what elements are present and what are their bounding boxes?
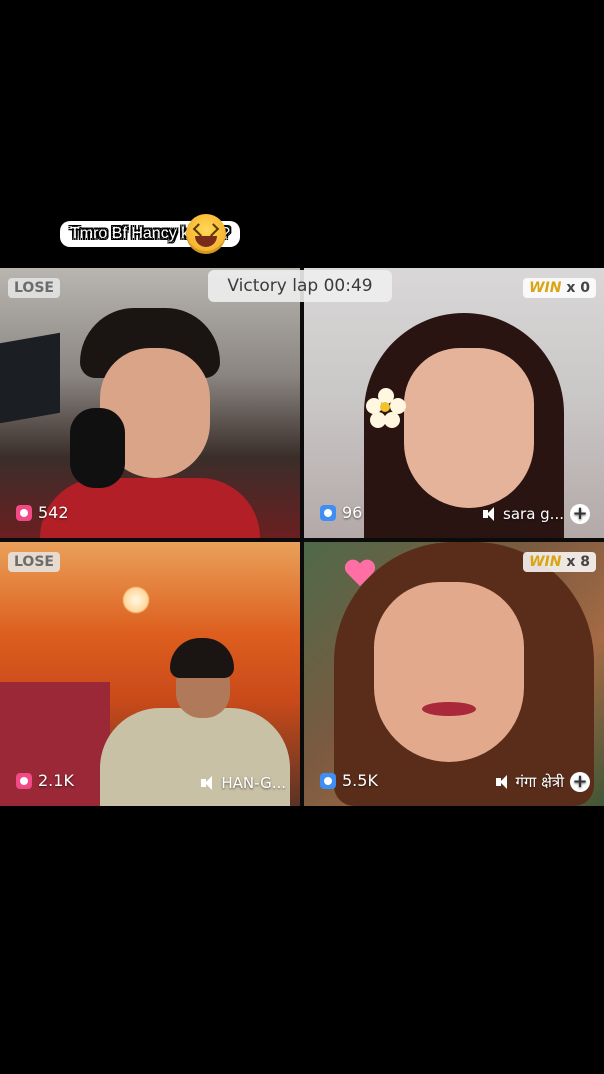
headphones-icon <box>70 408 125 488</box>
gift-score: 96 <box>320 503 362 522</box>
participant-tile-4[interactable]: WIN x 8 5.5K गंगा क्षेत्री + <box>304 542 604 806</box>
gift-score: 542 <box>16 503 69 522</box>
speaker-icon <box>495 775 510 789</box>
follow-plus-icon[interactable]: + <box>570 504 590 524</box>
gift-score: 5.5K <box>320 771 378 790</box>
live-battle-grid: Victory lap 00:49 LOSE 542 WIN x 0 96 sa… <box>0 268 604 806</box>
participant-tile-3[interactable]: LOSE 2.1K HAN-G... <box>0 542 300 806</box>
score-value: 542 <box>38 503 69 522</box>
follow-plus-icon[interactable]: + <box>570 772 590 792</box>
gift-score-icon <box>320 504 336 521</box>
score-value: 5.5K <box>342 771 378 790</box>
ceiling-lamp <box>122 586 150 614</box>
participant-name[interactable]: sara g... + <box>483 504 590 524</box>
laughing-emoji-icon <box>186 214 227 254</box>
participant-video <box>40 308 260 538</box>
monitor-background <box>0 332 60 424</box>
heart-sticker-icon <box>344 560 376 592</box>
speaker-icon <box>201 776 215 790</box>
victory-lap-timer: Victory lap 00:49 <box>208 270 392 302</box>
lose-badge: LOSE <box>8 278 60 298</box>
score-value: 96 <box>342 503 363 522</box>
participant-name[interactable]: गंगा क्षेत्री + <box>495 772 590 792</box>
participant-tile-1[interactable]: LOSE 542 <box>0 268 300 538</box>
win-badge: WIN x 8 <box>523 552 596 572</box>
gift-score: 2.1K <box>16 771 74 790</box>
win-count: x 8 <box>566 554 590 570</box>
win-word: WIN <box>529 554 562 570</box>
win-badge: WIN x 0 <box>523 278 596 298</box>
participant-name-label: HAN-G... <box>221 774 286 792</box>
win-count: x 0 <box>566 280 590 296</box>
participant-name-label: sara g... <box>503 505 564 523</box>
score-value: 2.1K <box>38 771 74 790</box>
flower-icon <box>366 388 406 428</box>
gift-score-icon <box>16 504 32 521</box>
video-caption: Tmro Bf Hancy ki MA? <box>60 203 241 265</box>
win-word: WIN <box>529 280 562 296</box>
gift-score-icon <box>16 772 32 789</box>
participant-name[interactable]: HAN-G... <box>201 774 286 792</box>
speaker-icon <box>483 507 497 521</box>
participant-name-label: गंगा क्षेत्री <box>515 773 564 791</box>
lose-badge: LOSE <box>8 552 60 572</box>
participant-tile-2[interactable]: WIN x 0 96 sara g... + <box>304 268 604 538</box>
gift-score-icon <box>320 772 336 789</box>
